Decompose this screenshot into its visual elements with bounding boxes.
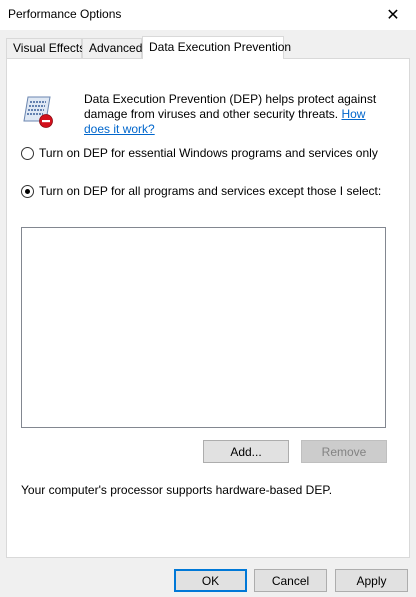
apply-button[interactable]: Apply — [335, 569, 408, 592]
close-icon[interactable]: ✕ — [370, 0, 416, 30]
radio-all-circle[interactable] — [21, 184, 34, 198]
window-title: Performance Options — [8, 7, 122, 21]
cancel-button[interactable]: Cancel — [254, 569, 327, 592]
remove-button[interactable]: Remove — [301, 440, 387, 463]
radio-all-label[interactable]: Turn on DEP for all programs and service… — [39, 184, 381, 198]
dep-description: Data Execution Prevention (DEP) helps pr… — [84, 92, 394, 137]
tab-advanced[interactable]: Advanced — [82, 38, 142, 58]
radio-all-except-selected[interactable]: Turn on DEP for all programs and service… — [21, 184, 381, 198]
radio-essential-only[interactable]: Turn on DEP for essential Windows progra… — [21, 146, 378, 160]
ok-button[interactable]: OK — [174, 569, 247, 592]
radio-essential-circle[interactable] — [21, 146, 34, 160]
exception-list[interactable] — [21, 227, 386, 428]
dep-shield-icon — [23, 96, 53, 128]
tab-visual-effects[interactable]: Visual Effects — [6, 38, 85, 58]
tab-data-execution-prevention[interactable]: Data Execution Prevention — [142, 36, 291, 59]
title-bar: Performance Options ✕ — [0, 0, 416, 30]
add-button[interactable]: Add... — [203, 440, 289, 463]
hardware-dep-support-text: Your computer's processor supports hardw… — [21, 483, 333, 497]
radio-selected-dot — [25, 188, 30, 194]
radio-essential-label[interactable]: Turn on DEP for essential Windows progra… — [39, 146, 378, 160]
dep-description-text: Data Execution Prevention (DEP) helps pr… — [84, 92, 377, 121]
